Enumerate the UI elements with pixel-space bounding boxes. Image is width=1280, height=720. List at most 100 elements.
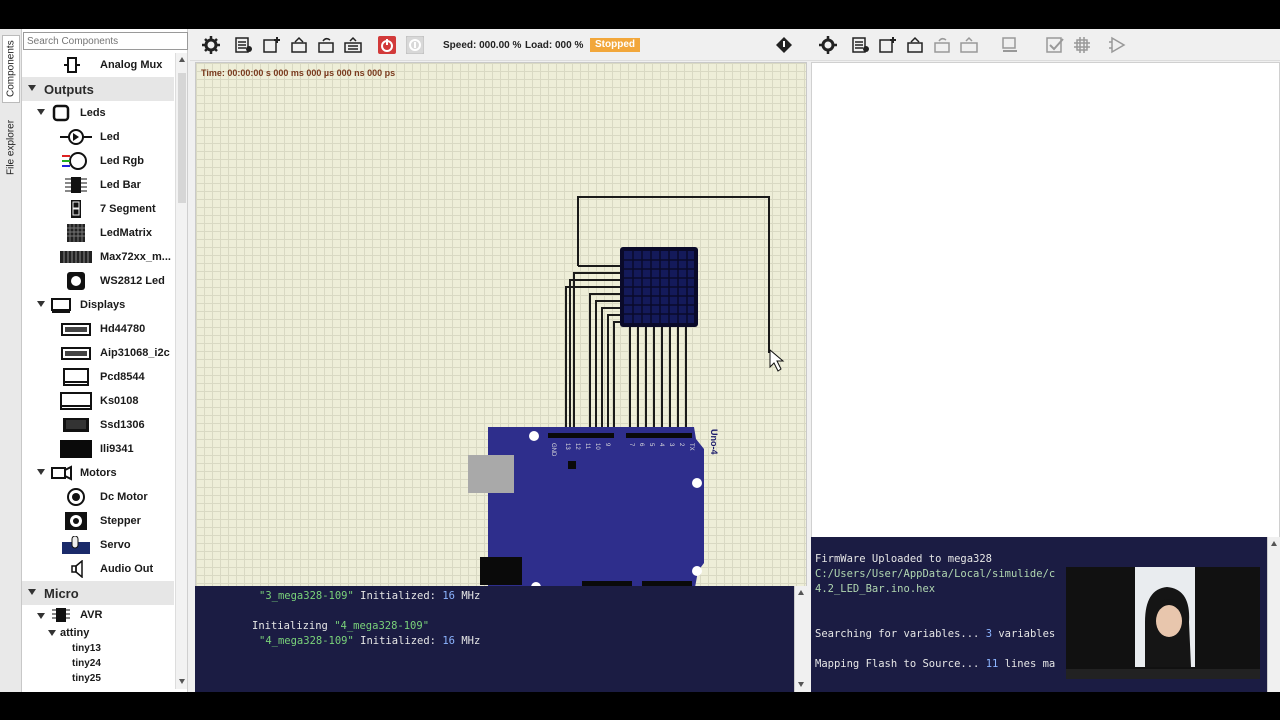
search-components-input[interactable] [23,32,188,50]
tree-scrollbar[interactable] [175,53,187,689]
tree-category-outputs[interactable]: Outputs [22,77,174,101]
tree-item-stepper[interactable]: Stepper [22,509,174,533]
tree-group-leds[interactable]: Leds [22,101,174,125]
console-line: "3_mega328-109" Initialized: 16 MHz [259,590,481,602]
find-icon[interactable] [1001,36,1019,54]
stepper-icon [60,512,87,530]
editor-settings-gear-icon[interactable] [819,36,837,54]
tree-item-7-segment[interactable]: 7 Segment [22,197,174,221]
debug-run-icon[interactable] [1108,36,1126,54]
output-line: C:/Users/User/AppData/Local/simulide/c [815,568,1056,580]
scroll-down-icon[interactable] [798,682,804,687]
power-button-icon[interactable] [378,36,396,54]
arduino-uno-board[interactable]: GND 13 12 11 10 9 7 6 5 4 3 2 TX Uno-4 [468,427,719,593]
tree-item-tiny25[interactable]: tiny25 [22,671,174,686]
editor-list-icon[interactable] [852,36,870,54]
presenter-silhouette-icon [1145,587,1191,667]
components-panel: Analog Mux Outputs Leds Led Led Rgb Led … [22,29,188,692]
tree-item-led-bar[interactable]: Led Bar [22,173,174,197]
tree-item-led[interactable]: Led [22,125,174,149]
seven-segment-icon [60,200,84,218]
save-file-as-icon[interactable] [960,36,978,54]
mouse-cursor-icon [769,348,785,372]
scroll-up-icon[interactable] [1271,541,1277,546]
tab-components[interactable]: Components [2,35,20,103]
circuit-canvas[interactable]: Time: 00:00:00 s 000 ms 000 µs 000 ns 00… [195,62,807,610]
console-scrollbar[interactable] [794,586,807,692]
save-file-icon[interactable] [933,36,951,54]
svg-text:13: 13 [564,443,570,450]
max72xx-icon [60,248,92,266]
led-matrix-component[interactable] [620,247,698,327]
tree-item-audio-out[interactable]: Audio Out [22,557,174,581]
tab-file-explorer[interactable]: File explorer [2,115,20,179]
chevron-down-icon [28,85,36,91]
tree-item-tiny24[interactable]: tiny24 [22,656,174,671]
app-window: Components File explorer Analog Mux Outp… [0,29,1280,692]
tree-item-aip31068[interactable]: Aip31068_i2c [22,341,174,365]
scroll-up-icon[interactable] [798,590,804,595]
code-editor[interactable] [811,62,1280,560]
tree-item-led-rgb[interactable]: Led Rgb [22,149,174,173]
new-file-icon[interactable] [879,36,897,54]
open-circuit-icon[interactable] [290,36,308,54]
circuit-list-icon[interactable] [235,36,253,54]
tree-item-ws2812[interactable]: WS2812 Led [22,269,174,293]
new-circuit-icon[interactable] [263,36,281,54]
output-scrollbar[interactable] [1267,537,1280,692]
tree-item-servo[interactable]: Servo [22,533,174,557]
hd44780-icon [60,320,91,338]
tree-item-pcd8544[interactable]: Pcd8544 [22,365,174,389]
scroll-down-icon[interactable] [179,679,185,684]
board-label: Uno-4 [709,429,719,455]
analog-mux-icon [60,56,84,74]
chevron-down-icon [37,109,45,115]
debug-diamond-icon[interactable] [775,36,793,54]
chevron-down-icon [28,589,36,595]
tree-item-ks0108[interactable]: Ks0108 [22,389,174,413]
chevron-down-icon [37,613,45,619]
tree-item-ssd1306[interactable]: Ssd1306 [22,413,174,437]
compile-check-icon[interactable] [1046,36,1064,54]
tree-item-max72xx[interactable]: Max72xx_m... [22,245,174,269]
svg-text:TX: TX [688,443,694,451]
save-as-icon[interactable] [344,36,362,54]
tree-item-ledmatrix[interactable]: LedMatrix [22,221,174,245]
webcam-video [1135,567,1195,667]
tree-item-ili9341[interactable]: Ili9341 [22,437,174,461]
scrollbar-thumb[interactable] [178,73,186,203]
settings-gear-icon[interactable] [202,36,220,54]
console-line: Initializing "4_mega328-109" [252,620,430,632]
webcam-controls [1066,669,1260,679]
vertical-tabs: Components File explorer [0,29,22,692]
pcd8544-icon [60,368,89,386]
aip31068-icon [60,344,91,362]
svg-text:12: 12 [574,443,580,450]
led-icon [60,128,92,146]
tree-item-tiny13[interactable]: tiny13 [22,641,174,656]
tree-group-avr[interactable]: AVR [22,605,174,625]
tree-group-motors[interactable]: Motors [22,461,174,485]
dc-motor-icon [60,488,85,506]
speed-readout: Speed: 000.00 % [443,40,522,51]
output-line: Mapping Flash to Source... 11 lines ma [815,658,1056,670]
servo-icon [60,535,90,554]
tree-item-analog-mux[interactable]: Analog Mux [22,53,174,77]
chevron-down-icon [37,301,45,307]
scroll-up-icon[interactable] [179,57,185,62]
tree-group-attiny[interactable]: attiny [22,625,174,641]
tree-item-hd44780[interactable]: Hd44780 [22,317,174,341]
upload-chip-icon[interactable] [1073,36,1091,54]
output-line: FirmWare Uploaded to mega328 [815,553,993,565]
save-circuit-icon[interactable] [317,36,335,54]
tree-group-displays[interactable]: Displays [22,293,174,317]
ili9341-icon [60,440,92,458]
pause-button-icon[interactable] [406,36,424,54]
console-line: "4_mega328-109" Initialized: 16 MHz [259,635,481,647]
tree-category-micro[interactable]: Micro [22,581,174,605]
open-file-icon[interactable] [906,36,924,54]
tree-item-dc-motor[interactable]: Dc Motor [22,485,174,509]
display-group-icon [50,296,74,314]
svg-text:10: 10 [594,443,600,450]
simulation-console: "3_mega328-109" Initialized: 16 MHz Init… [195,586,795,692]
